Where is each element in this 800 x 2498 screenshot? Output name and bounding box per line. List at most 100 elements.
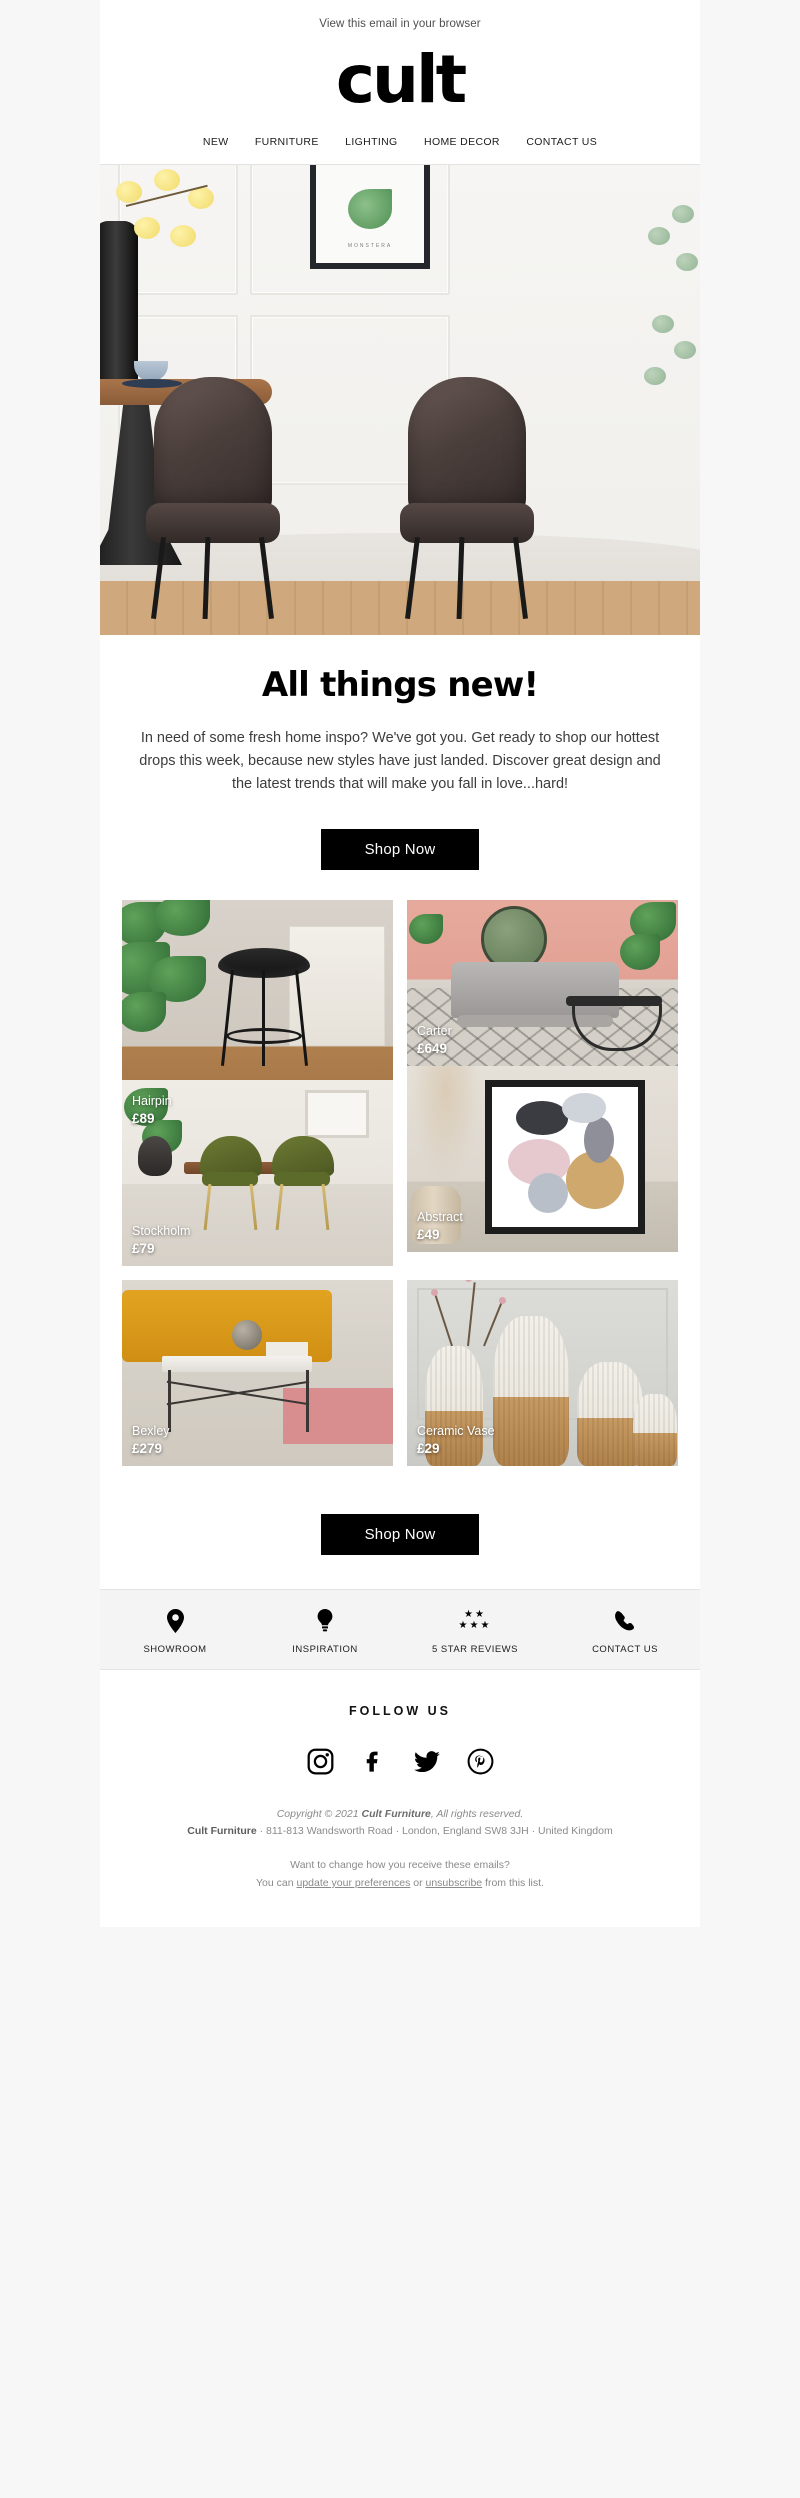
logo-container: cult [100,40,700,126]
feature-bar: SHOWROOM INSPIRATION ★★ ★★★ 5 STAR REVIE… [100,1588,700,1670]
eucalyptus-leaf [674,341,696,359]
table-top [162,1355,312,1372]
abstract-shape [584,1116,614,1163]
nav-item-furniture[interactable]: FURNITURE [255,136,319,148]
view-in-browser-link[interactable]: View this email in your browser [319,18,480,30]
eucalyptus-leaf [676,253,698,271]
chair-leg [321,1183,330,1230]
abstract-shape [516,1100,568,1135]
shop-now-button-top[interactable]: Shop Now [320,828,480,870]
feature-reviews[interactable]: ★★ ★★★ 5 STAR REVIEWS [400,1606,550,1655]
frame-caption: MONSTERA [347,243,393,249]
eucalyptus-leaf [648,227,670,245]
unsubscribe-link[interactable]: unsubscribe [426,1877,483,1889]
twitter-icon[interactable] [413,1748,441,1776]
nav-item-new[interactable]: NEW [203,136,229,148]
feature-inspiration[interactable]: INSPIRATION [250,1606,400,1655]
leaf [409,913,443,944]
nav-item-home-decor[interactable]: HOME DECOR [424,136,500,148]
chair-leg [513,537,528,619]
instagram-icon[interactable] [307,1748,334,1776]
books [266,1341,308,1356]
ceramic-vase [633,1393,677,1466]
product-name: Abstract [417,1210,463,1225]
feature-showroom[interactable]: SHOWROOM [100,1606,250,1655]
intro-section: All things new! In need of some fresh ho… [100,635,700,803]
green-chair [200,1135,262,1232]
product-name: Stockholm [132,1224,191,1239]
copyright-prefix: Copyright © 2021 [276,1807,362,1820]
preheader: View this email in your browser [100,0,700,40]
copyright-suffix: , All rights reserved. [430,1807,524,1820]
phone-icon [550,1606,700,1636]
monstera-plant [122,899,220,1056]
coffee-table [566,995,662,1051]
social-links [100,1725,700,1804]
blossom-bud [499,1296,506,1304]
wall-art [305,1089,369,1138]
feature-label: INSPIRATION [292,1643,358,1655]
table-leg [168,1369,171,1432]
chair-leg [202,536,211,620]
blossom-bud [431,1288,438,1296]
feature-label: 5 STAR REVIEWS [431,1643,518,1655]
main-navigation: NEW FURNITURE LIGHTING HOME DECOR CONTAC… [100,126,700,165]
pink-rug [283,1387,393,1444]
product-grid: Hairpin £89 Carter £649 Abstract £49 Sto… [100,899,700,1488]
product-price: £89 [132,1111,155,1127]
lightbulb-icon [250,1606,400,1636]
chair-leg [203,1183,212,1230]
stars-row-top: ★★ [464,1609,486,1621]
chair-leg [456,536,465,620]
blossom [154,169,180,191]
shop-now-button-bottom[interactable]: Shop Now [320,1513,480,1555]
leaf [154,899,210,936]
preferences-actions: You can update your preferences or unsub… [130,1875,670,1893]
pampas-grass [411,1065,481,1186]
pinterest-icon[interactable] [467,1748,494,1776]
product-card-abstract[interactable]: Abstract £49 [407,1065,678,1252]
footer: Copyright © 2021 Cult Furniture, All rig… [100,1803,700,1927]
follow-title: FOLLOW US [349,1703,451,1718]
hairpin-leg [262,969,265,1066]
product-price: £279 [132,1441,163,1457]
product-name: Bexley [132,1424,170,1439]
hero-image[interactable]: MONSTERA [100,165,700,635]
hairpin-leg [220,969,235,1066]
chair-back [408,377,526,517]
address-line: Cult Furniture · 811-813 Wandsworth Road… [130,1823,670,1841]
stars-row-bottom: ★★★ [458,1620,492,1632]
facebook-icon[interactable] [360,1748,387,1776]
nav-item-lighting[interactable]: LIGHTING [345,136,397,148]
blossom [134,217,160,239]
green-chair [272,1135,334,1232]
chair-leg [249,1183,258,1230]
chair-back [154,377,272,517]
nav-item-contact-us[interactable]: CONTACT US [526,136,597,148]
location-pin-icon [100,1606,250,1636]
chair-leg [151,537,166,619]
preferences-block: Want to change how you receive these ema… [130,1857,670,1893]
chair-leg [259,537,274,619]
eucalyptus-leaf [644,367,666,385]
leather-chair [146,377,288,620]
email-body: View this email in your browser cult NEW… [100,0,700,1927]
product-card-bexley[interactable]: Bexley £279 [122,1279,393,1466]
product-card-carter[interactable]: Carter £649 [407,899,678,1066]
blossom [170,225,196,247]
update-preferences-link[interactable]: update your preferences [297,1877,411,1889]
vase-body [633,1393,677,1466]
abstract-shape [528,1172,568,1213]
art-frame [485,1079,645,1234]
brand-logo[interactable]: cult [100,47,700,113]
product-card-ceramic-vase[interactable]: Ceramic Vase £29 [407,1279,678,1466]
product-price: £29 [417,1441,440,1457]
leaf-art [348,189,392,229]
product-label: Hairpin £89 [132,1094,172,1127]
ceramic-vase [493,1315,569,1466]
feature-contact[interactable]: CONTACT US [550,1606,700,1655]
eucalyptus-leaf [672,205,694,223]
abstract-shape [562,1092,606,1123]
dark-vase [138,1135,172,1176]
leaf [122,991,166,1032]
